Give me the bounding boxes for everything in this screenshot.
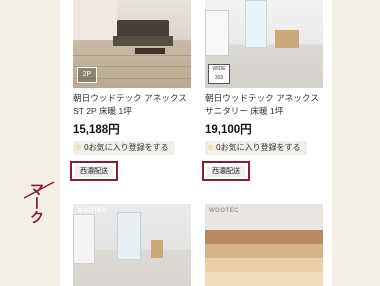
- product-image-2[interactable]: WIDE 303: [205, 0, 323, 88]
- stool-shape: [275, 30, 287, 48]
- product-image-3[interactable]: WOOTEC: [73, 204, 191, 286]
- shipping-mark-highlight: 西濃配送: [202, 161, 250, 181]
- washer-shape: [73, 214, 95, 264]
- product-card-2[interactable]: WIDE 303 朝日ウッドテック アネックス サニタリー 床暖 1坪 19,1…: [202, 0, 325, 190]
- brand-logo: WOOTEC: [209, 208, 239, 214]
- favorite-label: 0お気に入り登録をする: [84, 143, 169, 152]
- annotation-label: マーク: [29, 182, 45, 224]
- size-badge: 2P: [77, 67, 97, 83]
- shipping-tag: 西濃配送: [75, 166, 113, 177]
- room-wall: [73, 0, 117, 40]
- sofa-seat-shape: [113, 36, 173, 46]
- table-shape: [135, 48, 165, 54]
- product-price: 15,188円: [73, 124, 120, 136]
- product-grid: 2P 朝日ウッドテック アネックスST 2P 床暖 1坪 15,188円 ☆ 0お…: [60, 0, 332, 286]
- shipping-tag: 西濃配送: [207, 166, 245, 177]
- wood-sample: [205, 230, 323, 244]
- badge-line: WIDE: [212, 66, 226, 72]
- favorite-button[interactable]: ☆ 0お気に入り登録をする: [73, 141, 175, 155]
- product-name[interactable]: 朝日ウッドテック アネックス サニタリー 床暖 1坪: [205, 92, 325, 118]
- wood-sample: [205, 272, 323, 286]
- wood-sample: [205, 258, 323, 272]
- stool-shape: [151, 240, 163, 258]
- product-image-4[interactable]: WOOTEC: [205, 204, 323, 286]
- favorite-label: 0お気に入り登録をする: [216, 143, 301, 152]
- shipping-mark-highlight: 西濃配送: [70, 161, 118, 181]
- brand-logo: WOOTEC: [77, 208, 107, 214]
- wood-sample: [205, 244, 323, 258]
- glass-door-shape: [117, 212, 141, 260]
- product-card-1[interactable]: 2P 朝日ウッドテック アネックスST 2P 床暖 1坪 15,188円 ☆ 0お…: [70, 0, 193, 190]
- product-image-1[interactable]: 2P: [73, 0, 191, 88]
- star-icon: ☆: [75, 143, 83, 152]
- floor-plank: [73, 55, 191, 56]
- star-icon: ☆: [207, 143, 215, 152]
- stool-shape: [287, 30, 299, 48]
- favorite-button[interactable]: ☆ 0お気に入り登録をする: [205, 141, 307, 155]
- washer-shape: [205, 10, 229, 56]
- glass-door-shape: [245, 0, 267, 48]
- badge-line: 303: [214, 75, 224, 81]
- product-price: 19,100円: [205, 124, 252, 136]
- product-name[interactable]: 朝日ウッドテック アネックスST 2P 床暖 1坪: [73, 92, 193, 118]
- size-badge: WIDE 303: [208, 64, 230, 84]
